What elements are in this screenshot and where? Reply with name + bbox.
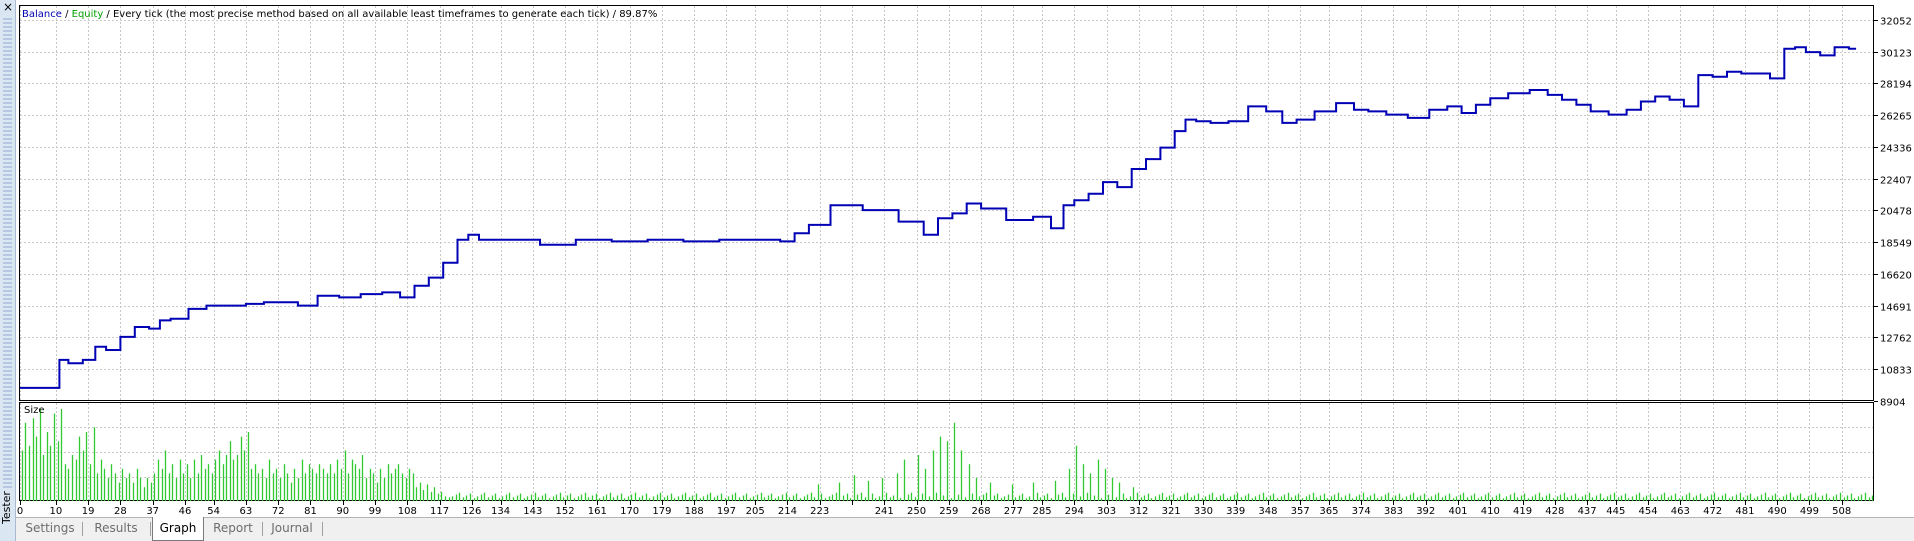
y-tick-label: 10833 [1880,366,1912,377]
x-tick-label: 410 [1481,506,1500,517]
x-tick-label: 63 [240,506,253,517]
x-tick-label: 126 [462,506,481,517]
x-tick-label: 392 [1416,506,1435,517]
x-tick-label: 81 [304,506,317,517]
y-tick-label: 22407 [1880,176,1912,187]
x-tick-label: 72 [272,506,285,517]
x-tick-label: 383 [1384,506,1403,517]
x-tick-label: 161 [588,506,607,517]
chart-area: 32052 30123 28194 26265 24336 22407 20478 18549… [16,0,1914,517]
x-tick-label: 134 [491,506,510,517]
x-tick-label: 472 [1703,506,1722,517]
x-tick-label: 437 [1578,506,1597,517]
x-tick-label: 321 [1162,506,1181,517]
x-tick-label: 259 [939,506,958,517]
x-tick-label: 330 [1194,506,1213,517]
y-tick-label: 20478 [1880,207,1912,218]
x-tick-label: 303 [1097,506,1116,517]
tab-settings[interactable]: Settings [20,518,80,539]
x-tick-label: 117 [430,506,449,517]
x-tick-label: 214 [778,506,797,517]
x-tick-label: 152 [556,506,575,517]
y-tick-label: 16620 [1880,271,1912,282]
x-tick-label: 419 [1513,506,1532,517]
tab-report[interactable]: Report [206,518,260,539]
tab-results[interactable]: Results [84,518,148,539]
x-tick-label: 99 [369,506,382,517]
x-tick-label: 508 [1832,506,1851,517]
x-tick-label: 0 [17,506,23,517]
x-tick-label: 90 [336,506,349,517]
x-tick-label: 454 [1639,506,1658,517]
x-tick-label: 54 [207,506,220,517]
x-tick-label: 445 [1606,506,1625,517]
x-tick-label: 197 [717,506,736,517]
x-tick-label: 285 [1032,506,1051,517]
x-tick-label: 490 [1768,506,1787,517]
x-tick-label: 277 [1004,506,1023,517]
x-tick-label: 108 [398,506,417,517]
x-tick-label: 46 [179,506,192,517]
x-tick-label: 37 [146,506,159,517]
x-tick-label: 312 [1129,506,1148,517]
x-tick-label: 481 [1735,506,1754,517]
x-tick-label: 10 [49,506,62,517]
x-tick-label: 250 [907,506,926,517]
x-tick-label: 463 [1671,506,1690,517]
y-tick-label: 14691 [1880,303,1912,314]
y-tick-label: 24336 [1880,144,1912,155]
x-tick-label: 188 [685,506,704,517]
y-tick-label: 30123 [1880,49,1912,60]
legend-separator: / [62,9,72,20]
y-tick-label: 28194 [1880,80,1912,91]
volume-label: Size [24,405,45,416]
y-tick-label: 18549 [1880,239,1912,250]
x-tick-label: 428 [1545,506,1564,517]
x-tick-label: 170 [620,506,639,517]
x-tick-label: 357 [1291,506,1310,517]
x-tick-label: 374 [1352,506,1371,517]
x-tick-label: 268 [972,506,991,517]
tab-graph[interactable]: Graph [152,517,204,541]
x-tick-label: 294 [1065,506,1084,517]
x-tick-label: 365 [1319,506,1338,517]
x-tick-label: 499 [1800,506,1819,517]
tab-divider [82,522,83,536]
x-tick-label: 401 [1448,506,1467,517]
x-tick-label: 28 [114,506,127,517]
x-tick-label: 223 [810,506,829,517]
x-tick-label: 179 [652,506,671,517]
x-tick-label: 205 [746,506,765,517]
close-icon[interactable]: × [1,0,15,14]
x-tick-label: 143 [523,506,542,517]
y-tick-label: 8904 [1880,398,1905,409]
x-tick-label: 241 [875,506,894,517]
x-tick-label: 19 [82,506,95,517]
panel-title: Tester [0,491,13,525]
tab-journal[interactable]: Journal [264,518,320,539]
tester-sidebar: × Tester [0,0,16,541]
legend-equity: Equity [72,9,104,20]
tester-tabs: Settings Results Graph Report Journal [16,517,1914,541]
y-tick-label: 26265 [1880,112,1912,123]
legend-description: / Every tick (the most precise method ba… [103,9,657,20]
balance-chart: 32052 30123 28194 26265 24336 22407 20478 18549… [16,0,1914,517]
panel-grip[interactable] [3,18,12,488]
x-tick-label: 339 [1226,506,1245,517]
tab-divider [262,522,263,536]
tab-divider [150,522,151,536]
legend-balance: Balance [22,9,62,20]
y-tick-label: 32052 [1880,17,1912,28]
x-tick-label: 348 [1258,506,1277,517]
y-tick-label: 12762 [1880,334,1912,345]
chart-legend: Balance / Equity / Every tick (the most … [22,9,657,20]
tab-divider [322,522,323,536]
